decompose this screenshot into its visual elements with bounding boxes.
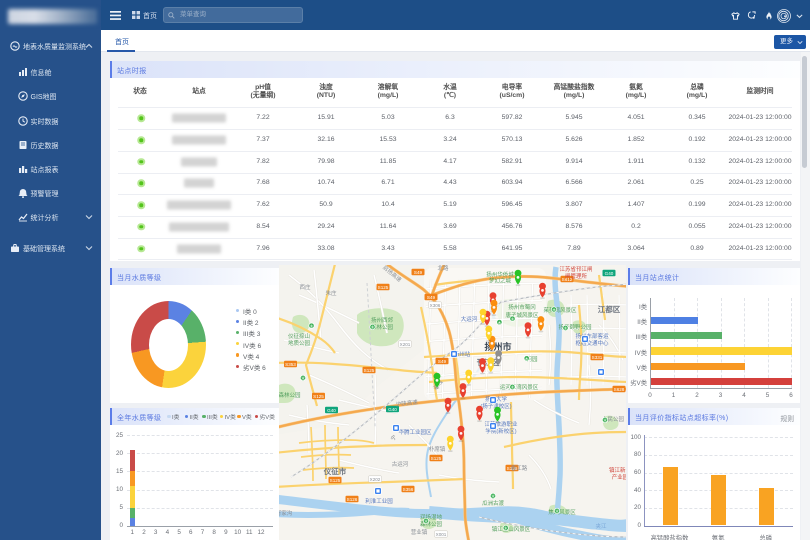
svg-text:北路: 北路 bbox=[437, 265, 449, 272]
svg-text:铜山森林公园: 铜山森林公园 bbox=[279, 391, 301, 399]
svg-text:江都区: 江都区 bbox=[597, 304, 620, 314]
svg-text:华腾工业园区: 华腾工业园区 bbox=[398, 428, 432, 436]
svg-text:瓜洲古渡: 瓜洲古渡 bbox=[481, 499, 504, 507]
svg-text:木: 木 bbox=[309, 323, 313, 328]
svg-text:木: 木 bbox=[491, 494, 495, 499]
svg-text:西庄: 西庄 bbox=[299, 283, 311, 291]
svg-text:运河三湾风景区: 运河三湾风景区 bbox=[499, 383, 538, 391]
svg-text:夹江: 夹江 bbox=[595, 522, 607, 530]
svg-text:木: 木 bbox=[497, 320, 501, 325]
svg-text:利淮工业园: 利淮工业园 bbox=[365, 497, 393, 505]
svg-text:地质公园: 地质公园 bbox=[287, 339, 310, 347]
svg-text:X001: X001 bbox=[435, 532, 446, 537]
svg-text:S628: S628 bbox=[613, 387, 624, 392]
svg-text:木: 木 bbox=[510, 316, 514, 321]
svg-text:木: 木 bbox=[301, 376, 305, 381]
svg-text:扬州市蜀冈: 扬州市蜀冈 bbox=[508, 303, 536, 311]
svg-text:木: 木 bbox=[563, 326, 567, 331]
svg-text:扬州东部客运: 扬州东部客运 bbox=[575, 332, 609, 340]
svg-text:S125: S125 bbox=[313, 394, 324, 399]
svg-text:大运河: 大运河 bbox=[460, 315, 477, 323]
svg-text:S49: S49 bbox=[426, 295, 435, 300]
svg-text:镇江新区: 镇江新区 bbox=[608, 466, 625, 474]
svg-text:S353: S353 bbox=[285, 362, 296, 367]
svg-text:S125: S125 bbox=[430, 456, 441, 461]
svg-text:S356: S356 bbox=[402, 487, 413, 492]
svg-text:木: 木 bbox=[424, 519, 428, 524]
svg-text:S125: S125 bbox=[363, 368, 374, 373]
svg-text:镇江金山风景区: 镇江金山风景区 bbox=[491, 525, 530, 533]
svg-text:营业镇: 营业镇 bbox=[410, 528, 427, 536]
svg-text:仪征捺山: 仪征捺山 bbox=[287, 332, 309, 340]
svg-text:扬州华侨城: 扬州华侨城 bbox=[486, 271, 514, 279]
svg-text:木: 木 bbox=[524, 356, 528, 361]
svg-text:X201: X201 bbox=[399, 342, 410, 347]
svg-text:扬州西郊: 扬州西郊 bbox=[370, 316, 393, 324]
svg-text:S126: S126 bbox=[346, 497, 357, 502]
svg-text:朱庄: 朱庄 bbox=[325, 289, 337, 297]
svg-text:梦幻之城: 梦幻之城 bbox=[488, 277, 511, 285]
svg-text:胥家沟: 胥家沟 bbox=[279, 509, 293, 517]
svg-text:S49: S49 bbox=[413, 270, 422, 275]
svg-text:G40: G40 bbox=[327, 408, 336, 413]
svg-text:仪征市: 仪征市 bbox=[322, 466, 346, 476]
svg-text:木: 木 bbox=[603, 418, 607, 423]
svg-text:闸管理所: 闸管理所 bbox=[564, 272, 587, 280]
svg-text:木: 木 bbox=[510, 385, 514, 390]
svg-text:春江路: 春江路 bbox=[510, 464, 527, 472]
svg-text:古运河: 古运河 bbox=[391, 460, 408, 468]
svg-text:S125: S125 bbox=[377, 285, 388, 290]
svg-text:S49: S49 bbox=[437, 359, 446, 364]
svg-text:木: 木 bbox=[555, 509, 559, 514]
svg-text:S125: S125 bbox=[329, 478, 340, 483]
svg-text:朴席镇: 朴席镇 bbox=[428, 445, 445, 453]
svg-text:江苏省邗江闸: 江苏省邗江闸 bbox=[559, 265, 592, 273]
svg-text:枢纽交通中心: 枢纽交通中心 bbox=[575, 339, 609, 347]
svg-text:木: 木 bbox=[370, 325, 374, 330]
svg-text:茱萸湾风景区: 茱萸湾风景区 bbox=[543, 306, 577, 314]
svg-text:S331: S331 bbox=[591, 355, 602, 360]
svg-text:木: 木 bbox=[504, 526, 508, 531]
svg-text:产业园: 产业园 bbox=[611, 473, 625, 481]
svg-text:焦山风景区: 焦山风景区 bbox=[548, 508, 576, 516]
svg-text:X306: X306 bbox=[429, 303, 440, 308]
svg-text:木: 木 bbox=[552, 307, 556, 312]
svg-text:G40: G40 bbox=[604, 271, 613, 276]
svg-text:X202: X202 bbox=[369, 477, 380, 482]
